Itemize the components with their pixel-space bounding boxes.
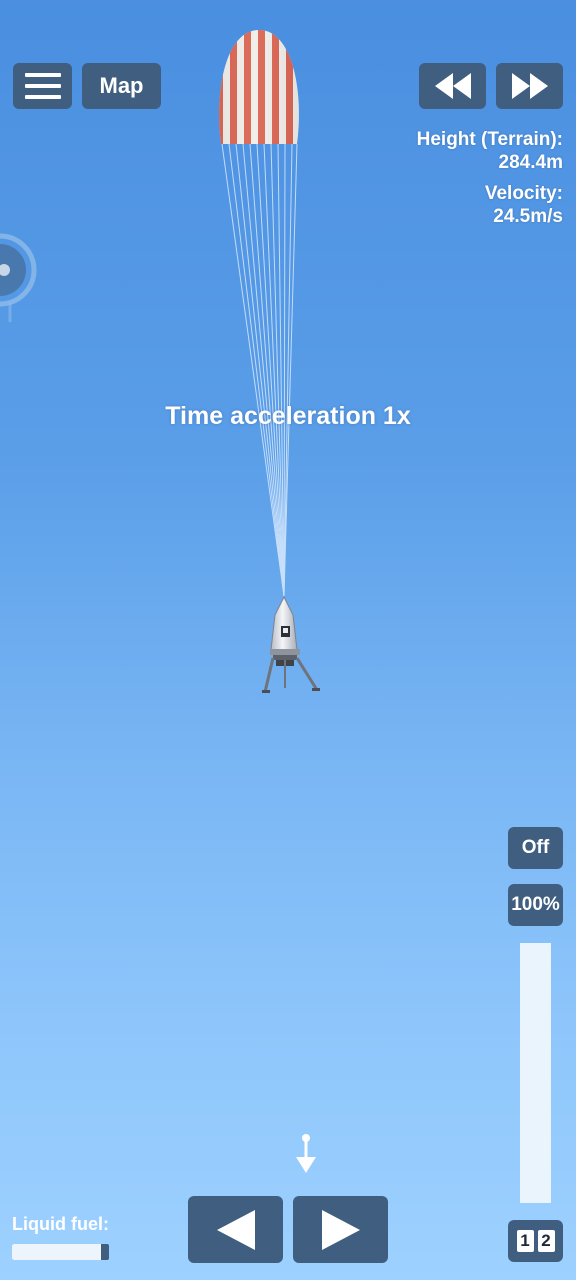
throttle-slider[interactable]	[520, 943, 551, 1203]
stage-1-label: 1	[516, 1230, 534, 1252]
stage-indicator[interactable]: 1 2	[508, 1220, 563, 1262]
parachute-lines	[221, 143, 298, 597]
liquid-fuel-gauge	[12, 1244, 109, 1260]
throttle-percent-label: 100%	[511, 894, 560, 915]
time-acceleration-message: Time acceleration 1x	[165, 402, 411, 430]
engine-toggle-button[interactable]: Off	[508, 827, 563, 869]
liquid-fuel-label: Liquid fuel:	[12, 1214, 109, 1234]
engine-toggle-label: Off	[521, 837, 550, 858]
rotate-left-button[interactable]	[188, 1196, 283, 1263]
rocket-scene	[219, 30, 320, 693]
parachute-canopy	[219, 30, 299, 144]
arrow-left-icon	[216, 1209, 255, 1250]
capsule	[262, 595, 320, 693]
stage-2-label: 2	[537, 1230, 555, 1252]
arrow-right-icon	[321, 1209, 360, 1250]
rotate-right-button[interactable]	[293, 1196, 388, 1263]
down-arrow-icon	[296, 1134, 316, 1173]
throttle-max-button[interactable]: 100%	[508, 884, 563, 926]
liquid-fuel-fill	[12, 1244, 102, 1260]
